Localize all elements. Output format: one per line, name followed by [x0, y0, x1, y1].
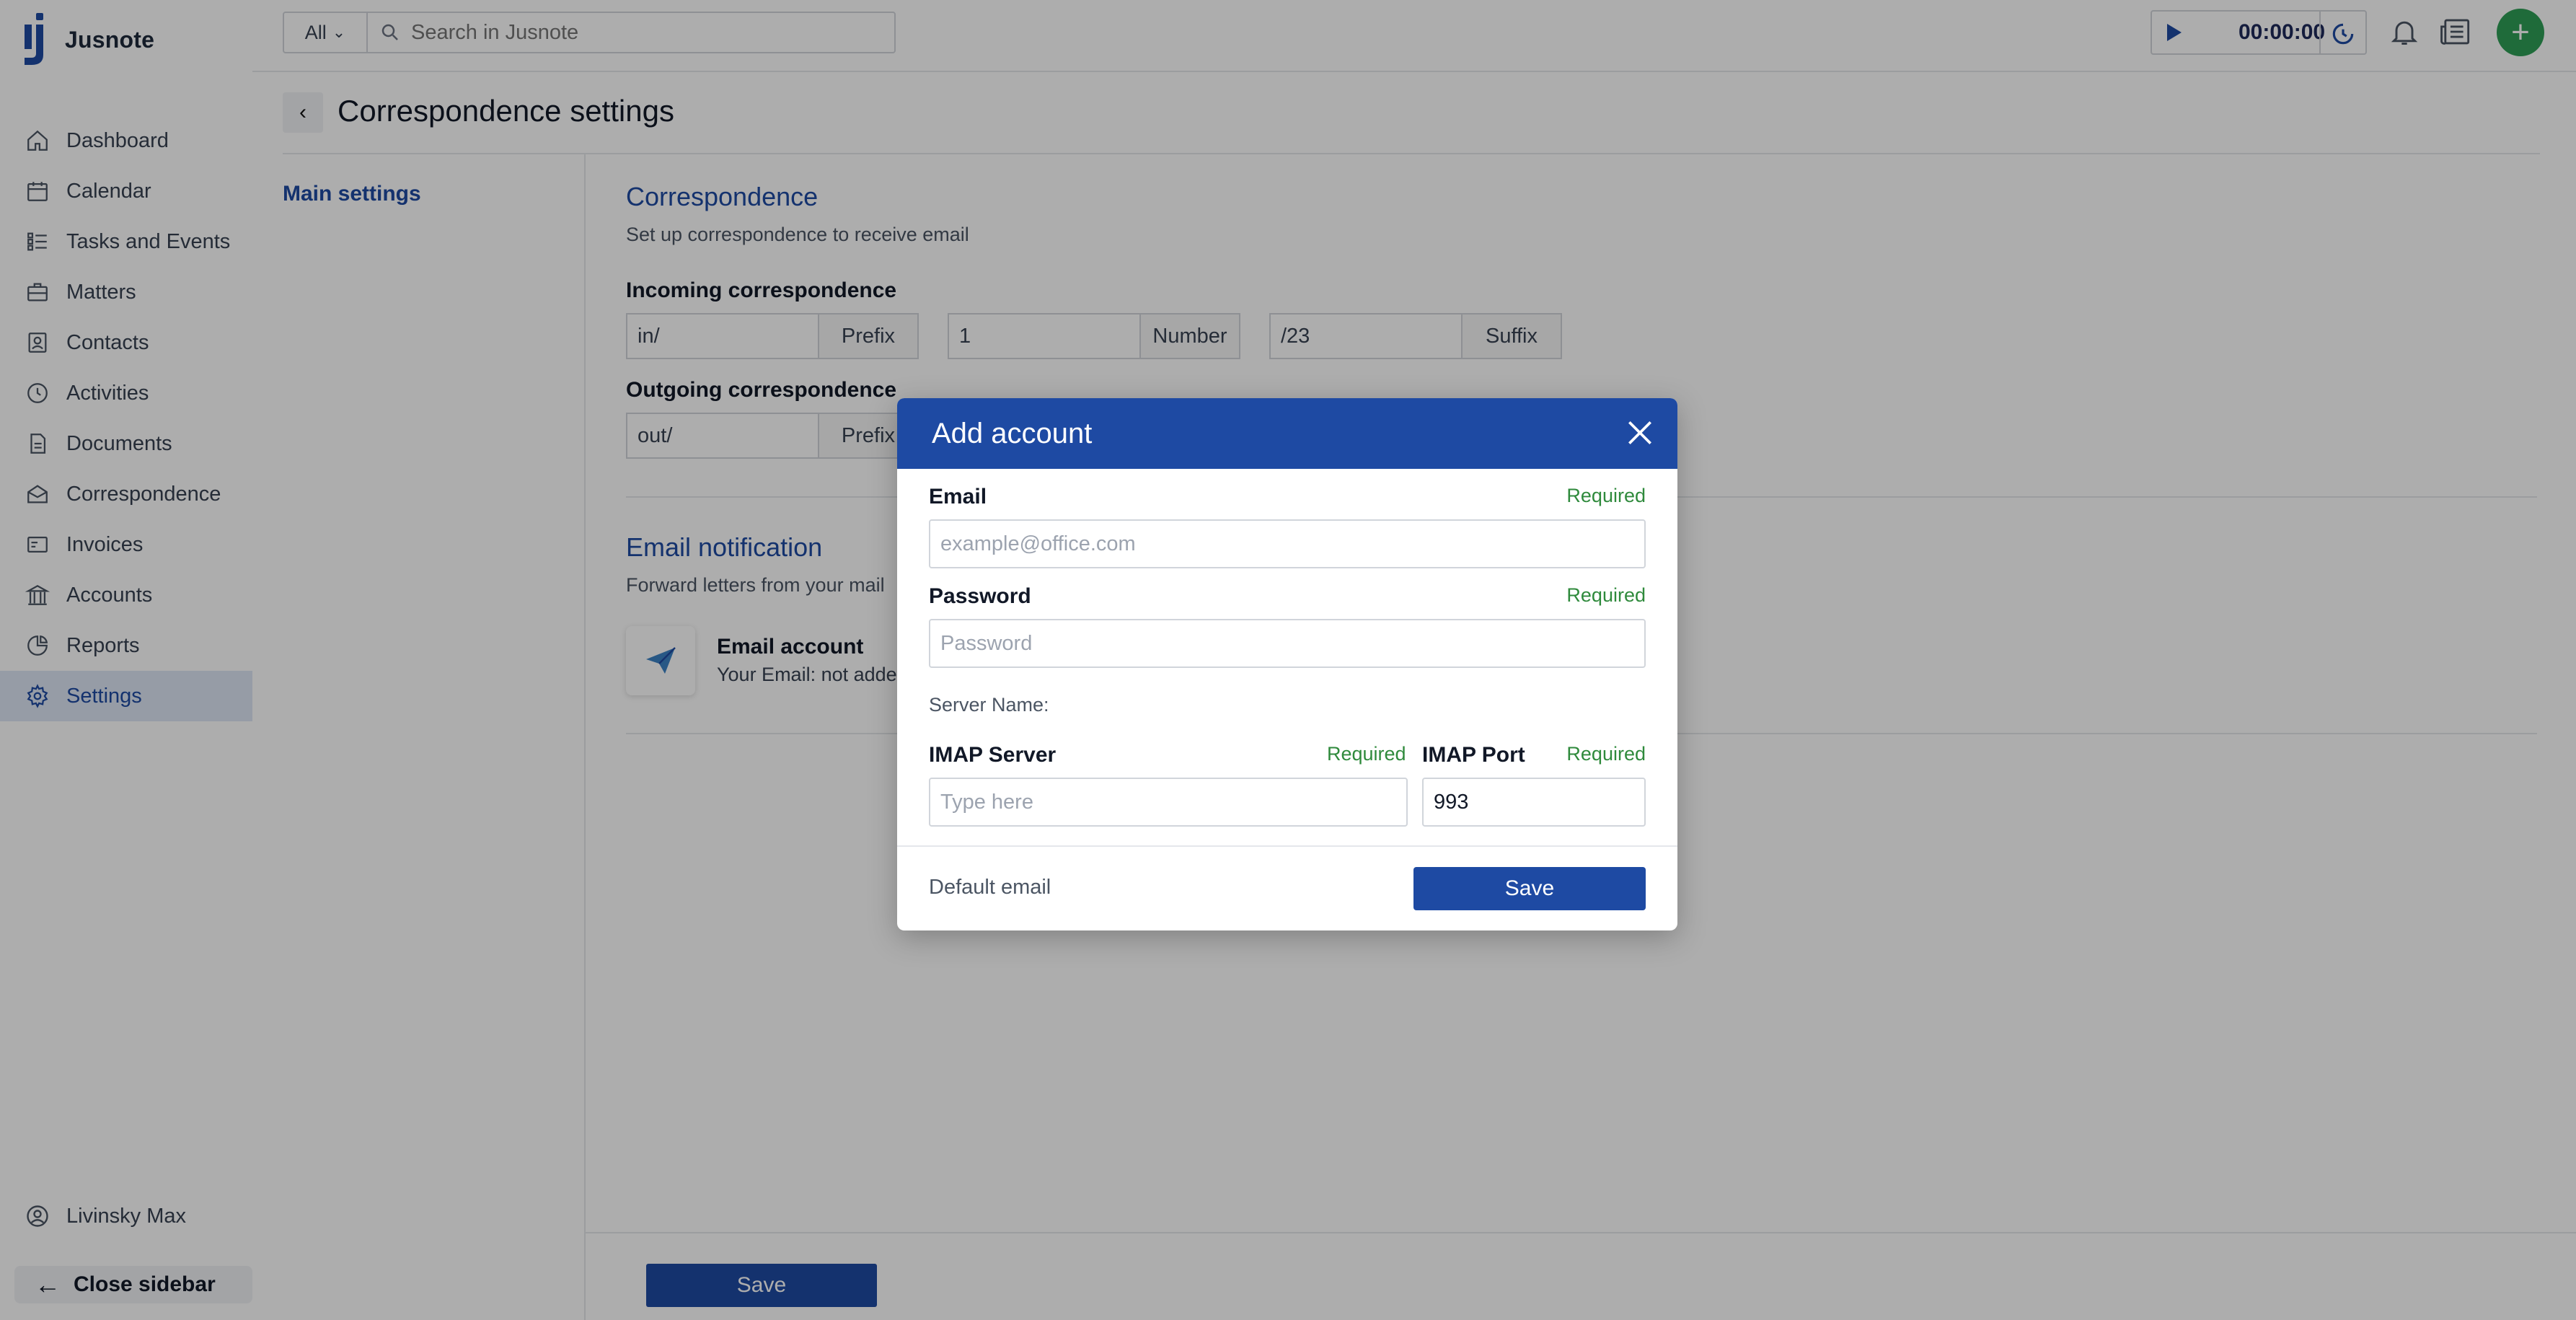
- password-field[interactable]: [929, 619, 1646, 668]
- app-root: Jusnote Dashboard Calendar Tasks and Eve…: [0, 0, 2576, 1320]
- imap-port-required: Required: [1566, 743, 1646, 765]
- modal-footer-divider: [897, 845, 1677, 847]
- imap-server-label: IMAP Server: [929, 743, 1057, 767]
- close-icon[interactable]: [1624, 417, 1656, 449]
- email-label: Email: [929, 485, 987, 509]
- modal-save-button[interactable]: Save: [1413, 867, 1646, 910]
- imap-port-field[interactable]: [1422, 778, 1646, 827]
- server-name-label: Server Name:: [929, 694, 1049, 716]
- email-required: Required: [1566, 485, 1646, 506]
- imap-port-label: IMAP Port: [1422, 743, 1525, 767]
- password-label: Password: [929, 584, 1031, 608]
- email-field[interactable]: [929, 519, 1646, 568]
- imap-server-field[interactable]: [929, 778, 1408, 827]
- modal-title: Add account: [932, 417, 1093, 449]
- modal-header: Add account: [897, 398, 1677, 469]
- imap-server-required: Required: [1327, 743, 1406, 765]
- password-required: Required: [1566, 584, 1646, 606]
- add-account-modal: Add account Email Required Password Requ…: [897, 398, 1677, 930]
- default-email-option[interactable]: Default email: [929, 876, 1051, 899]
